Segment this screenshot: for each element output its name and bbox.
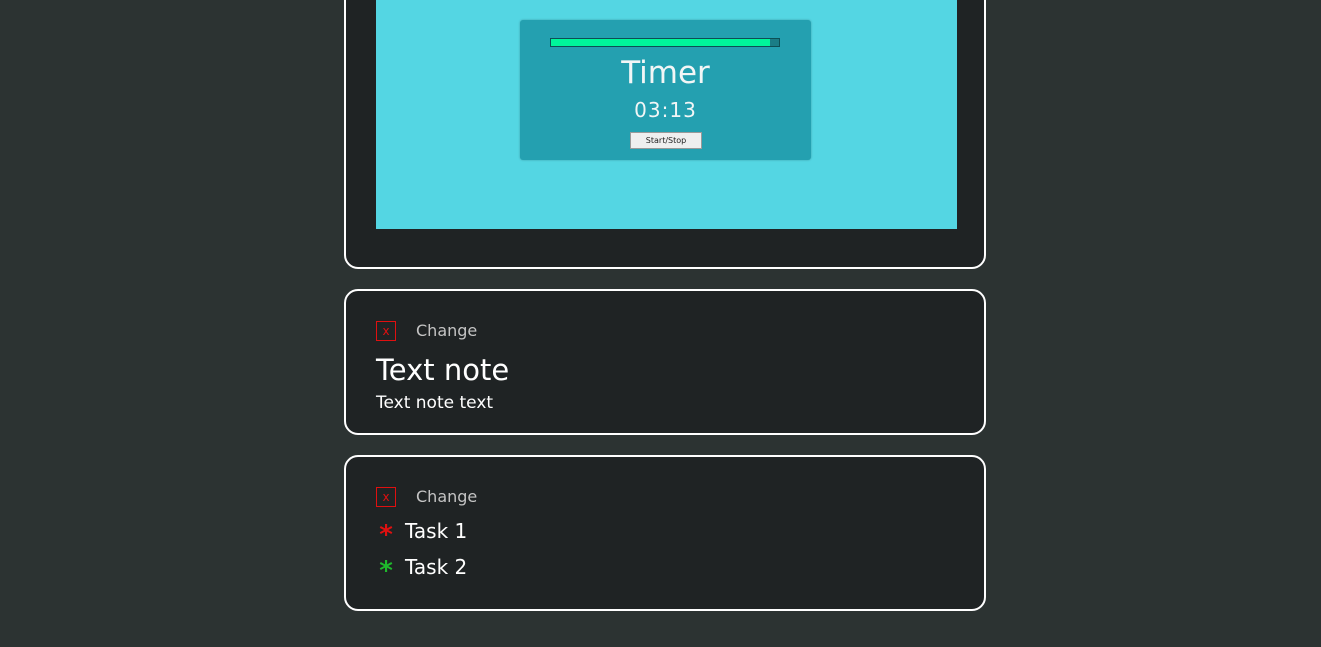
task-item[interactable]: * Task 2 bbox=[376, 554, 468, 584]
timer-time: 03:13 bbox=[634, 98, 697, 122]
task-toolbar: x Change bbox=[376, 487, 477, 507]
task-list-card: x Change * Task 1 * Task 2 bbox=[344, 455, 986, 611]
note-body: Text note text bbox=[376, 393, 494, 413]
task-item[interactable]: * Task 1 bbox=[376, 518, 468, 548]
note-toolbar: x Change bbox=[376, 321, 477, 341]
timer-widget: Timer 03:13 Start/Stop bbox=[520, 20, 811, 160]
asterisk-icon[interactable]: * bbox=[376, 558, 396, 584]
asterisk-icon[interactable]: * bbox=[376, 522, 396, 548]
timer-title: Timer bbox=[621, 55, 710, 91]
change-task-list-link[interactable]: Change bbox=[416, 487, 477, 507]
task-label: Task 1 bbox=[405, 519, 468, 543]
change-note-link[interactable]: Change bbox=[416, 321, 477, 341]
task-label: Task 2 bbox=[405, 555, 468, 579]
delete-note-button[interactable]: x bbox=[376, 321, 396, 341]
text-note-card: x Change Text note Text note text bbox=[344, 289, 986, 435]
timer-progress-bar bbox=[550, 38, 780, 47]
timer-progress-fill bbox=[551, 39, 770, 46]
delete-task-list-button[interactable]: x bbox=[376, 487, 396, 507]
start-stop-button[interactable]: Start/Stop bbox=[630, 132, 702, 149]
note-title: Text note bbox=[376, 353, 510, 387]
timer-note-card: Timer 03:13 Start/Stop bbox=[344, 0, 986, 269]
timer-preview: Timer 03:13 Start/Stop bbox=[376, 0, 957, 229]
